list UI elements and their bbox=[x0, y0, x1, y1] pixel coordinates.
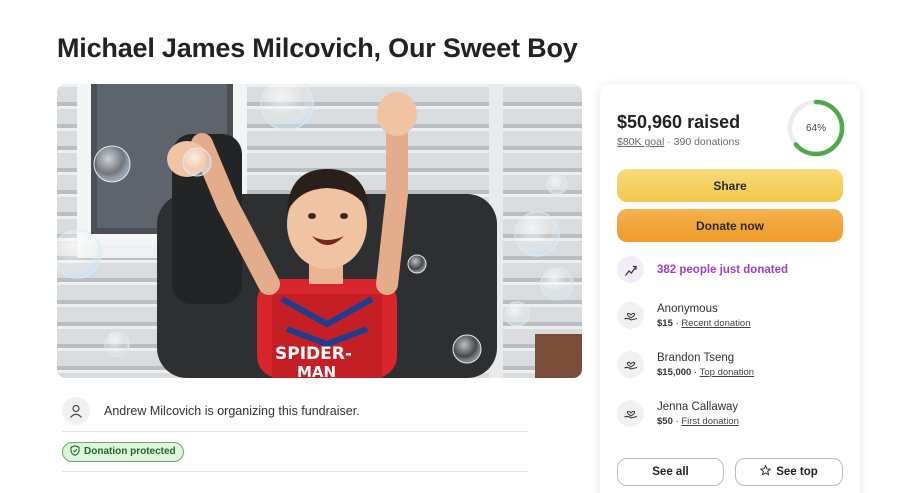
organizer-row: Andrew Milcovich is organizing this fund… bbox=[62, 390, 528, 432]
donor-amount: $50 bbox=[657, 415, 673, 427]
share-button[interactable]: Share bbox=[617, 169, 843, 202]
donor-amount: $15,000 bbox=[657, 366, 692, 378]
page-title: Michael James Milcovich, Our Sweet Boy bbox=[57, 33, 578, 63]
goal-link[interactable]: $80K goal bbox=[617, 136, 664, 148]
organizer-text: Andrew Milcovich is organizing this fund… bbox=[104, 403, 360, 418]
donor-item: Anonymous $15 · Recent donation bbox=[617, 302, 751, 329]
hand-heart-icon bbox=[617, 302, 644, 329]
donation-count: 390 donations bbox=[673, 136, 740, 148]
see-top-button[interactable]: See top bbox=[735, 458, 843, 486]
donation-protected-badge[interactable]: Donation protected bbox=[62, 441, 184, 462]
donor-tag-link[interactable]: First donation bbox=[681, 416, 739, 427]
donor-amount: $15 bbox=[657, 317, 673, 329]
meta-separator: · bbox=[667, 136, 671, 148]
donor-item: Jenna Callaway $50 · First donation bbox=[617, 400, 739, 427]
donor-name: Brandon Tseng bbox=[657, 351, 735, 364]
donor-item: Brandon Tseng $15,000 · Top donation bbox=[617, 351, 754, 378]
donor-tag-link[interactable]: Top donation bbox=[700, 367, 754, 378]
person-icon bbox=[62, 396, 90, 425]
donation-card: $50,960 raised $80K goal · 390 donations… bbox=[600, 84, 860, 493]
donor-name: Anonymous bbox=[657, 302, 718, 315]
see-all-button[interactable]: See all bbox=[617, 458, 724, 486]
donor-detail: $15,000 · Top donation bbox=[657, 366, 755, 378]
progress-percent: 64% bbox=[805, 122, 826, 134]
shield-icon bbox=[70, 444, 80, 459]
shirt-text-top: SPIDER- bbox=[275, 344, 352, 364]
trend-text: 382 people just donated bbox=[657, 263, 788, 276]
hand-heart-icon bbox=[617, 351, 644, 378]
see-top-label: See top bbox=[776, 466, 818, 478]
donation-protected-label: Donation protected bbox=[84, 446, 176, 457]
trending-up-icon bbox=[617, 256, 644, 283]
protection-row: Donation protected bbox=[62, 432, 528, 472]
donor-detail: $50 · First donation bbox=[657, 415, 739, 427]
goal-meta: $80K goal · 390 donations bbox=[617, 136, 740, 148]
donate-now-button[interactable]: Donate now bbox=[617, 209, 843, 242]
hand-heart-icon bbox=[617, 400, 644, 427]
donor-detail: $15 · Recent donation bbox=[657, 317, 751, 329]
amount-raised: $50,960 raised bbox=[617, 112, 741, 132]
recent-donations-trend: 382 people just donated bbox=[617, 256, 788, 283]
shirt-text-bottom: MAN bbox=[297, 363, 336, 378]
star-icon bbox=[759, 464, 772, 479]
donor-name: Jenna Callaway bbox=[657, 400, 739, 413]
donor-tag-link[interactable]: Recent donation bbox=[681, 318, 750, 329]
fundraiser-photo: SPIDER- MAN bbox=[57, 84, 582, 378]
